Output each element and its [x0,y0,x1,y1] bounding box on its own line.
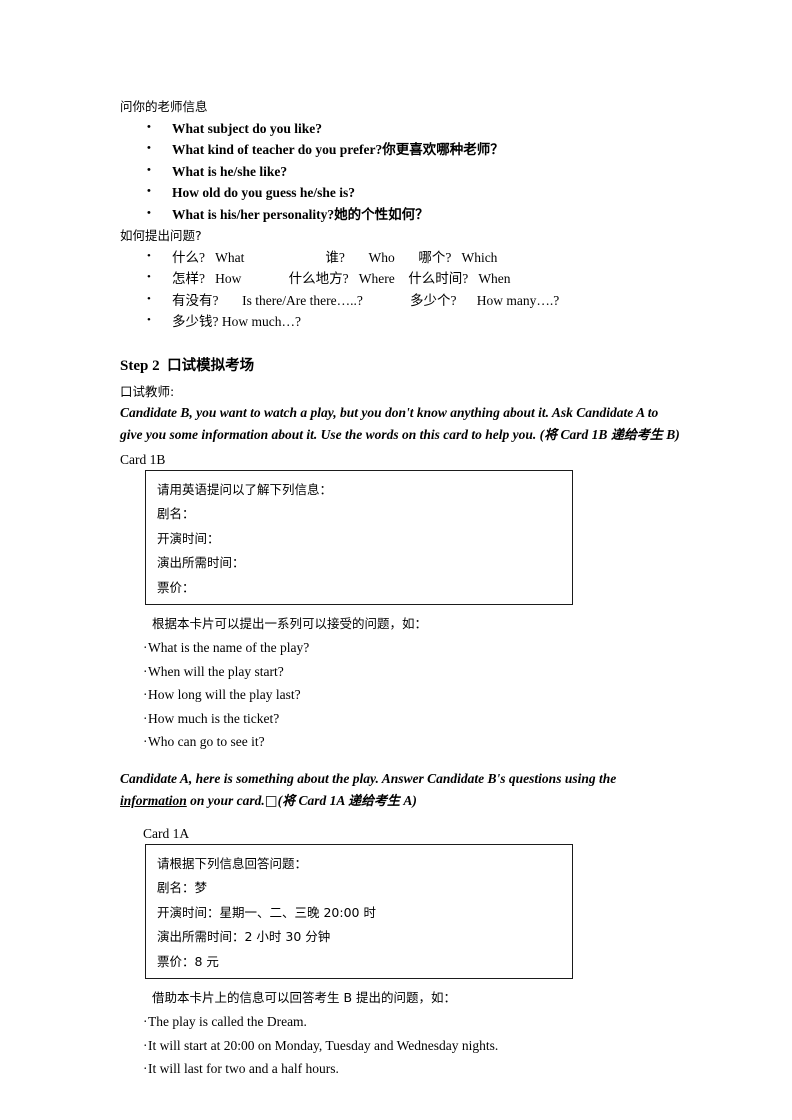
card-1b-note: 根据本卡片可以提出一系列可以接受的问题，如： [152,616,428,631]
card-1b-label: Card 1B [120,451,166,467]
how-to-ask-heading: 如何提出问题? [120,228,202,243]
list-item: What subject do you like? [120,117,680,140]
list-item: 怎样? How 什么地方? Where 什么时间? When [120,267,680,290]
document-page: 问你的老师信息 What subject do you like? What k… [0,0,792,1120]
candidate-a-instruction-part1: Candidate A, here is something about the… [120,770,617,786]
card-1a-row: 演出所需时间：2 小时 30 分钟 [157,929,331,944]
candidate-b-instruction: Candidate B, you want to watch a play, b… [120,402,680,448]
candidate-a-instruction-zh1: 将 [282,794,296,809]
teacher-info-question-list: What subject do you like? What kind of t… [120,117,680,226]
card-1a-box: 请根据下列信息回答问题： 剧名：梦 开演时间：星期一、二、三晚 20:00 时 … [145,843,573,979]
question-word-row: 多少钱? How much…? [172,314,301,329]
card-1a-row: 剧名：梦 [157,880,208,895]
candidate-a-instruction-part2: on your card. [186,793,265,808]
candidate-a-instruction-end: A) [400,793,417,808]
card-1a-sample-answers: The play is called the Dream. It will st… [120,1010,680,1081]
step2-heading-en: Step 2 [120,357,160,374]
list-item: What kind of teacher do you prefer?你更喜欢哪… [120,138,680,161]
candidate-b-instruction-zh2: 递给考生 [610,428,663,443]
question-word-row: 什么? What 谁? Who 哪个? Which [172,249,498,265]
list-item: What is the name of the play? [120,636,680,660]
question-word-row: 有没有? Is there/Are there…..? 多少个? How man… [172,292,560,308]
candidate-a-instruction: Candidate A, here is something about the… [120,768,680,814]
card-1a-row: 开演时间：星期一、二、三晚 20:00 时 [157,904,376,920]
list-item: 什么? What 谁? Who 哪个? Which [120,246,680,269]
card-1a-note: 借助本卡片上的信息可以回答考生 B 提出的问题，如： [152,990,457,1005]
list-item: Who can go to see it? [120,730,680,754]
list-item: It will start at 20:00 on Monday, Tuesda… [120,1034,680,1058]
candidate-a-instruction-underlined: information [120,793,187,808]
list-item: 有没有? Is there/Are there…..? 多少个? How man… [120,289,680,312]
candidate-b-instruction-mid: Card 1B [557,427,611,442]
question-words-list: 什么? What 谁? Who 哪个? Which 怎样? How 什么地方? … [120,246,680,333]
list-item: How much is the ticket? [120,707,680,731]
empty-box-glyph-icon: □ [264,793,278,809]
card-1b-box: 请用英语提问以了解下列信息： 剧名： 开演时间： 演出所需时间： 票价： [145,469,573,605]
candidate-a-instruction-zh2: 递给考生 [347,794,400,809]
list-item: 多少钱? How much…? [120,310,680,333]
list-item: When will the play start? [120,660,680,684]
card-1b-row: 请用英语提问以了解下列信息： [157,481,333,497]
card-1b-row: 剧名： [157,506,195,521]
candidate-b-instruction-end: B) [662,427,680,442]
card-1a-row: 请根据下列信息回答问题： [157,855,308,871]
candidate-b-instruction-zh1: 将 [544,428,558,443]
card-1a-label: Card 1A [143,825,190,841]
card-1a-row: 票价：8 元 [157,953,219,969]
document-body: 问你的老师信息 What subject do you like? What k… [120,96,680,1081]
teacher-info-heading: 问你的老师信息 [120,99,208,114]
list-item: What is he/she like? [120,160,680,183]
list-item: It will last for two and a half hours. [120,1057,680,1081]
list-item: How old do you guess he/she is? [120,181,680,204]
list-item: The play is called the Dream. [120,1010,680,1034]
step2-heading: Step 2 口试模拟考场 [120,353,680,379]
question-word-row: 怎样? How 什么地方? Where 什么时间? When [172,271,511,286]
candidate-a-instruction-mid: Card 1A [295,793,348,808]
card-1b-row: 票价： [157,579,195,595]
list-item: How long will the play last? [120,683,680,707]
card-1b-row: 演出所需时间： [157,555,245,570]
list-item: What is his/her personality?她的个性如何？ [120,203,680,226]
step2-heading-zh: 口试模拟考场 [167,357,255,374]
card-1b-sample-questions: What is the name of the play? When will … [120,636,680,754]
card-1b-row: 开演时间： [157,530,220,546]
oral-teacher-label: 口试教师: [120,383,175,399]
